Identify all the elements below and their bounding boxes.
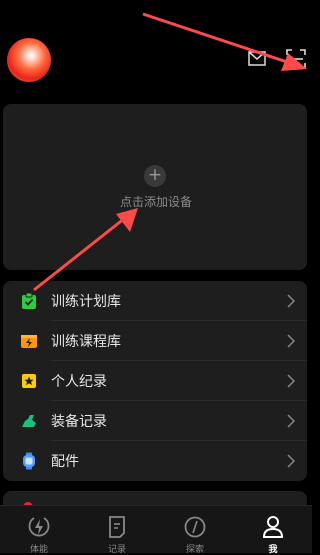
chevron-right-icon [287, 414, 295, 428]
menu-item-label: 训练课程库 [51, 334, 121, 350]
tab-label: 体能 [29, 545, 48, 555]
device-card [3, 104, 307, 270]
user-avatar[interactable] [7, 38, 51, 82]
chevron-right-icon [287, 454, 295, 468]
menu-card: 训练计划库 训练课程库 个人纪录 装备记录 配件 [3, 281, 307, 481]
mail-icon[interactable] [248, 51, 266, 66]
menu-item-label: 配件 [51, 454, 79, 470]
menu-item-training-plans[interactable]: 训练计划库 [3, 281, 307, 321]
scan-icon[interactable] [286, 49, 306, 69]
document-icon [109, 516, 125, 538]
chevron-right-icon [287, 374, 295, 388]
tab-label: 我 [268, 545, 278, 555]
tab-explore[interactable]: 探索 [156, 506, 234, 555]
menu-item-label: 训练计划库 [51, 294, 121, 310]
menu-item-training-courses[interactable]: 训练课程库 [3, 321, 307, 361]
tab-fitness[interactable]: 体能 [0, 506, 78, 555]
tab-label: 记录 [107, 545, 126, 555]
star-badge-icon [22, 374, 36, 388]
tab-records[interactable]: 记录 [78, 506, 156, 555]
compass-icon [184, 516, 206, 538]
clipboard-icon [22, 292, 36, 309]
menu-item-gear-records[interactable]: 装备记录 [3, 401, 307, 441]
menu-item-personal-records[interactable]: 个人纪录 [3, 361, 307, 401]
tab-me[interactable]: 我 [234, 506, 312, 555]
arrow-to-scan-icon [142, 12, 307, 71]
add-device-button[interactable]: + [144, 165, 166, 187]
add-device-label[interactable]: 点击添加设备 [0, 193, 312, 210]
tab-bar: 体能 记录 探索 我 [0, 505, 312, 555]
menu-item-accessories[interactable]: 配件 [3, 441, 307, 481]
bolt-circle-icon [28, 517, 50, 537]
chevron-right-icon [287, 334, 295, 348]
menu-item-label: 个人纪录 [51, 374, 107, 390]
person-icon [262, 516, 284, 538]
watch-icon [23, 452, 35, 470]
shoe-icon [22, 415, 36, 427]
chevron-right-icon [287, 294, 295, 308]
menu-item-label: 装备记录 [51, 414, 107, 430]
tab-label: 探索 [185, 545, 204, 555]
lightning-box-icon [21, 335, 37, 348]
